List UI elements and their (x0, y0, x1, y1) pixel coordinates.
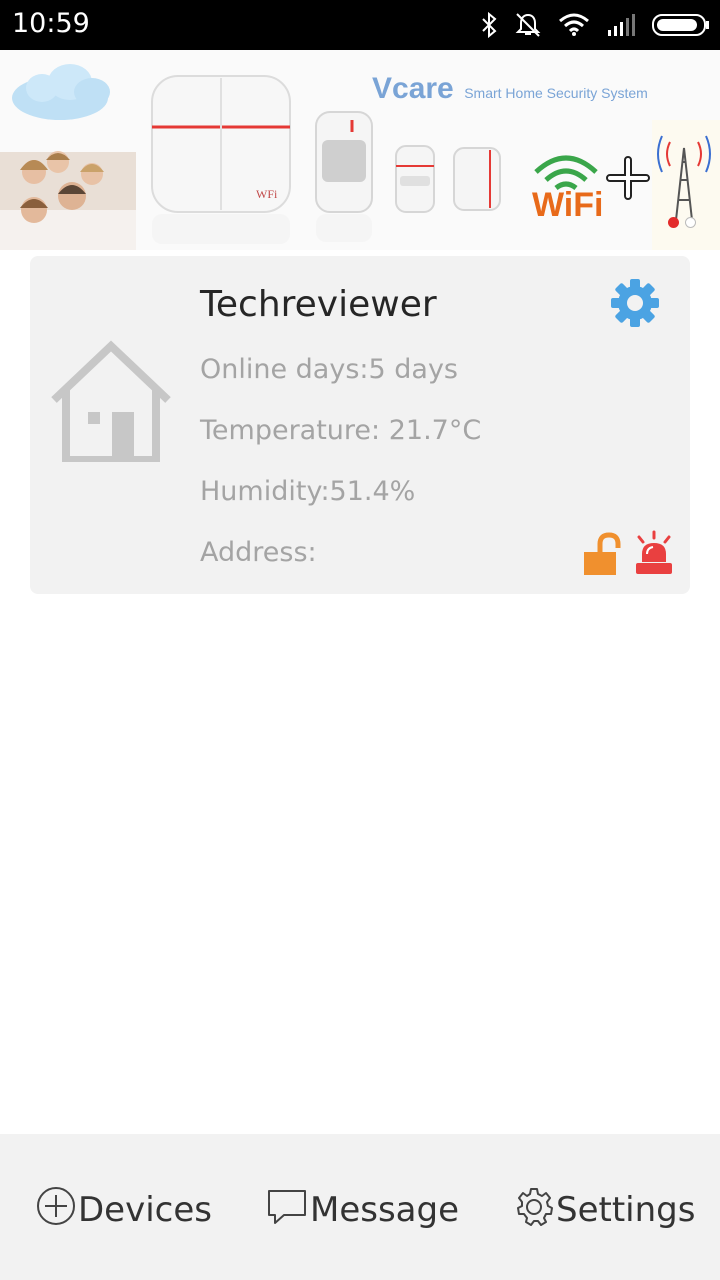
brand-tagline: Smart Home Security System (464, 85, 648, 101)
temperature-text: Temperature: 21.7°C (200, 415, 482, 446)
bluetooth-icon (480, 12, 498, 38)
unlocked-lock-icon[interactable] (582, 532, 624, 580)
door-sensor-image (395, 145, 435, 213)
nav-devices-button[interactable]: Devices (36, 1184, 212, 1236)
signal-icon (606, 13, 636, 37)
house-icon (50, 340, 172, 466)
door-sensor-image-2 (453, 147, 501, 211)
status-time: 10:59 (12, 8, 90, 39)
device-name: Techreviewer (200, 284, 437, 325)
wifi-logo-icon: WiFi (532, 155, 603, 224)
gear-icon (514, 1186, 556, 1235)
carousel-dot-active[interactable] (668, 217, 679, 228)
device-settings-gear-icon[interactable] (608, 276, 662, 334)
plus-icon (606, 156, 650, 200)
carousel-indicator (668, 217, 696, 228)
motion-sensor-image (315, 111, 373, 242)
status-bar: 10:59 (0, 0, 720, 50)
brand-name: Vcare (372, 72, 454, 105)
panel-wifi-mark: WFi (256, 187, 278, 201)
promo-banner[interactable]: WFi WiFi Vcare Smart Home Security Syste… (0, 50, 720, 250)
notifications-muted-icon (514, 11, 542, 39)
alarm-panel-image: WFi (151, 75, 291, 244)
address-text: Address: (200, 537, 317, 568)
online-days-text: Online days:5 days (200, 354, 458, 385)
nav-message-button[interactable]: Message (266, 1184, 459, 1236)
nav-settings-label: Settings (556, 1190, 696, 1230)
battery-icon (652, 13, 710, 37)
wifi-icon (558, 13, 590, 37)
siren-alarm-icon[interactable] (634, 530, 674, 580)
add-circle-icon (36, 1186, 78, 1235)
nav-devices-label: Devices (78, 1190, 212, 1230)
chat-bubble-icon (266, 1186, 310, 1235)
wifi-logo-text: WiFi (532, 186, 603, 224)
nav-message-label: Message (310, 1190, 460, 1230)
cloud-icon (12, 64, 110, 120)
humidity-text: Humidity:51.4% (200, 476, 416, 507)
banner-brand: Vcare Smart Home Security System (372, 72, 648, 106)
status-icons (480, 10, 710, 40)
carousel-dot[interactable] (685, 217, 696, 228)
cell-tower-icon (652, 120, 720, 250)
family-photo (0, 151, 136, 250)
nav-settings-button[interactable]: Settings (514, 1184, 695, 1236)
